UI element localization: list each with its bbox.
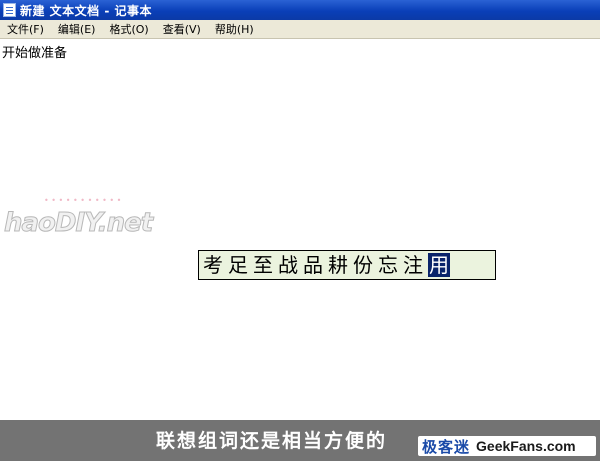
menu-view[interactable]: 查看(V) [158,21,206,37]
window-title: 新建 文本文档 - 记事本 [20,3,153,18]
ime-candidate[interactable]: 至 [253,253,273,277]
menu-format[interactable]: 格式(O) [104,21,153,37]
brand-name-cn: 极客迷 [422,437,471,456]
menu-bar: 文件(F) 编辑(E) 格式(O) 查看(V) 帮助(H) [0,20,600,39]
notepad-icon[interactable] [3,3,16,17]
brand-name-en: GeekFans.com [476,438,576,454]
ime-candidate[interactable]: 注 [403,253,423,277]
ime-candidate[interactable]: 忘 [378,253,398,277]
ime-candidate-box: 考 足 至 战 品 耕 份 忘 注 用 [198,250,496,280]
ime-candidate[interactable]: 足 [228,253,248,277]
caption-text: 联想组词还是相当方便的 [156,430,388,452]
ime-candidate[interactable]: 耕 [328,253,348,277]
notepad-window: 新建 文本文档 - 记事本 文件(F) 编辑(E) 格式(O) 查看(V) 帮助… [0,0,600,461]
ime-candidate[interactable]: 考 [203,253,223,277]
editor-text: 开始做准备 [2,46,68,61]
menu-file[interactable]: 文件(F) [2,21,49,37]
menu-help[interactable]: 帮助(H) [210,21,259,37]
ime-candidate-selected[interactable]: 用 [428,253,450,277]
watermark-logo: • • • • • • • • • • • haoDIY.net [3,196,154,244]
title-bar[interactable]: 新建 文本文档 - 记事本 [0,0,600,20]
menu-edit[interactable]: 编辑(E) [53,21,101,37]
brand-logo: 极客迷 GeekFans.com [418,436,596,456]
ime-candidate[interactable]: 战 [278,253,298,277]
ime-candidate[interactable]: 份 [353,253,373,277]
ime-candidate[interactable]: 品 [303,253,323,277]
watermark-dots: • • • • • • • • • • • [44,196,122,205]
watermark-text: haoDIY.net [3,208,153,239]
